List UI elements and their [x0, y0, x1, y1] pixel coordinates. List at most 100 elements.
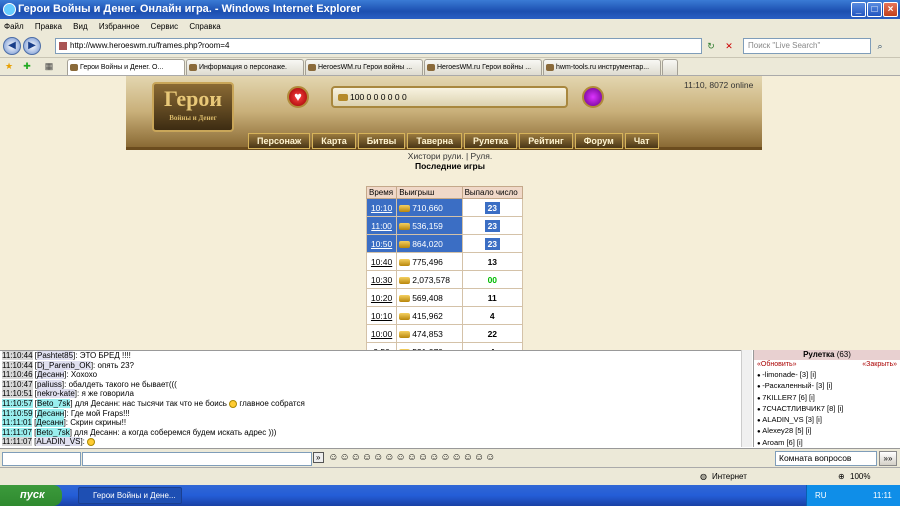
chat-time[interactable]: 11:11:01 — [2, 418, 32, 428]
chat-author[interactable]: Pashtet85 — [37, 351, 74, 360]
roulette-user[interactable]: 7СЧАСТЛИВЧИК7 [8] [i] — [754, 404, 900, 415]
chat-text: : Где мой Fraps!!! — [66, 408, 130, 418]
game-time-link[interactable]: 10:10 — [365, 306, 398, 325]
chat-scrollbar[interactable] — [741, 350, 752, 447]
number-value: 23 — [484, 237, 501, 250]
tab-4[interactable]: HeroesWM.ru Герои войны ... — [424, 59, 542, 75]
chat-recipient-input[interactable] — [2, 452, 81, 466]
chat-author[interactable]: Beto_7sk — [37, 398, 71, 408]
nav-chat[interactable]: Чат — [624, 133, 659, 149]
game-time-link[interactable]: 11:00 — [365, 216, 398, 235]
chat-author[interactable]: Десанн — [37, 408, 65, 418]
game-time-link[interactable]: 10:20 — [365, 288, 398, 307]
nav-forum[interactable]: Форум — [574, 133, 623, 149]
roulette-user[interactable]: 7KILLER7 [6] [i] — [754, 393, 900, 404]
chat-time[interactable]: 11:10:57 — [2, 398, 33, 408]
tab-label: hwm-tools.ru инструментар... — [556, 64, 650, 71]
nav-map[interactable]: Карта — [312, 133, 356, 149]
chat-time[interactable]: 11:10:47 — [2, 379, 33, 389]
menu-tools[interactable]: Сервис — [151, 22, 178, 31]
chat-time[interactable]: 11:10:51 — [2, 389, 33, 399]
search-go-icon[interactable]: ⌕ — [873, 38, 887, 54]
game-logo[interactable]: Герои Войны и Денег — [152, 82, 234, 132]
refresh-link[interactable]: «Обновить» — [757, 360, 796, 370]
menu-help[interactable]: Справка — [189, 22, 220, 31]
tab-3[interactable]: HeroesWM.ru Герои войны ... — [305, 59, 423, 75]
chat-author[interactable]: ALADIN_VS — [36, 437, 81, 447]
menu-file[interactable]: Файл — [4, 22, 24, 31]
game-time-link[interactable]: 10:00 — [365, 324, 398, 343]
stop-icon[interactable]: ✕ — [722, 38, 736, 54]
chat-text: : Хохохо — [66, 370, 98, 380]
chat-time[interactable]: 11:11:07 — [2, 437, 32, 447]
chat-time[interactable]: 11:10:44 — [2, 351, 33, 360]
maximize-button[interactable]: □ — [867, 2, 882, 17]
menu-edit[interactable]: Правка — [35, 22, 62, 31]
chat-author[interactable]: nekro-kate — [37, 389, 75, 399]
new-tab-button[interactable] — [662, 59, 678, 75]
table-row: 9:50521,0704 — [365, 342, 524, 350]
menu-favorites[interactable]: Избранное — [99, 22, 140, 31]
nav-roulette[interactable]: Рулетка — [463, 133, 518, 149]
chat-message-input[interactable] — [82, 452, 312, 466]
forward-button[interactable]: ▶ — [23, 37, 41, 55]
chat-author[interactable]: paliuss — [37, 379, 62, 389]
game-time-link[interactable]: 10:40 — [365, 252, 398, 271]
roulette-user[interactable]: -Раскаленный- [3] [i] — [754, 381, 900, 392]
roulette-user[interactable]: Aroam [6] [i] — [754, 438, 900, 447]
back-button[interactable]: ◀ — [3, 37, 21, 55]
chat-time[interactable]: 11:11:07 — [2, 427, 32, 437]
menu-bar: Файл Правка Вид Избранное Сервис Справка — [0, 19, 900, 34]
game-time-link[interactable]: 9:50 — [365, 342, 398, 350]
chat-time[interactable]: 11:10:46 — [2, 370, 33, 380]
start-button[interactable]: пуск — [0, 485, 62, 506]
smile-icon[interactable]: ☺☺☺☺☺☺☺☺☺☺☺☺☺☺☺ — [328, 452, 496, 463]
window-titlebar: Герои Войны и Денег. Онлайн игра. - Wind… — [0, 0, 900, 19]
tab-5[interactable]: hwm-tools.ru инструментар... — [543, 59, 661, 75]
nav-character[interactable]: Персонаж — [248, 133, 311, 149]
gold-icon — [399, 258, 411, 266]
nav-tavern[interactable]: Таверна — [407, 133, 462, 149]
add-favorite-icon[interactable]: ✚ — [20, 58, 34, 74]
language-indicator[interactable]: RU — [815, 491, 827, 500]
address-input[interactable]: http://www.heroeswm.ru/frames.php?room=4 — [55, 38, 702, 54]
zoom-icon[interactable]: ⊕ — [838, 468, 845, 486]
col-time: Время — [365, 186, 398, 199]
history-links[interactable]: Хистори рули. | Руля. — [0, 151, 900, 161]
chat-author[interactable]: Десанн — [36, 418, 64, 428]
close-link[interactable]: «Закрыть» — [862, 360, 897, 370]
room-select[interactable]: Комната вопросов — [775, 451, 877, 466]
chat-time[interactable]: 11:10:59 — [2, 408, 33, 418]
chat-author[interactable]: Десанн — [37, 370, 65, 380]
resources-values: 100 0 0 0 0 0 0 — [350, 92, 407, 102]
menu-view[interactable]: Вид — [73, 22, 87, 31]
roulette-user[interactable]: ALADIN_VS [3] [i] — [754, 415, 900, 426]
room-go-button[interactable]: »» — [879, 451, 897, 466]
send-button[interactable]: » — [313, 452, 325, 463]
close-button[interactable]: × — [883, 2, 898, 17]
roulette-user[interactable]: Alexey28 [5] [i] — [754, 426, 900, 437]
tab-1[interactable]: Герои Войны и Денег. О... — [67, 59, 185, 75]
chat-message: 11:10:59 [Десанн]: Где мой Fraps!!! — [2, 408, 130, 418]
favorites-star-icon[interactable]: ★ — [2, 58, 16, 74]
nav-battles[interactable]: Битвы — [357, 133, 406, 149]
win-amount: 536,159 — [412, 220, 443, 231]
chat-author[interactable]: Beto_7sk — [36, 427, 70, 437]
game-time-link[interactable]: 10:30 — [365, 270, 398, 289]
tab-label: HeroesWM.ru Герои войны ... — [437, 64, 532, 71]
chat-time[interactable]: 11:10:44 — [2, 360, 33, 370]
taskbar-item-ie[interactable]: Герои Войны и Дене... — [78, 487, 182, 504]
chat-author[interactable]: Dj_Parenb_OK — [37, 360, 91, 370]
zoom-level[interactable]: 100% — [850, 468, 870, 486]
quick-tabs-icon[interactable]: ▦ — [42, 58, 56, 74]
search-input[interactable]: Поиск "Live Search" — [743, 38, 871, 54]
roulette-user[interactable]: -limonade- [3] [i] — [754, 370, 900, 381]
address-toolbar: ◀ ▶ http://www.heroeswm.ru/frames.php?ro… — [0, 34, 900, 58]
game-time-link[interactable]: 10:50 — [365, 234, 398, 253]
game-time-link[interactable]: 10:10 — [365, 198, 398, 217]
nav-rating[interactable]: Рейтинг — [519, 133, 573, 149]
tab-2[interactable]: Информация о персонаже. — [186, 59, 304, 75]
number-value: 11 — [487, 292, 497, 303]
refresh-icon[interactable]: ↻ — [704, 38, 718, 54]
minimize-button[interactable]: _ — [851, 2, 866, 17]
